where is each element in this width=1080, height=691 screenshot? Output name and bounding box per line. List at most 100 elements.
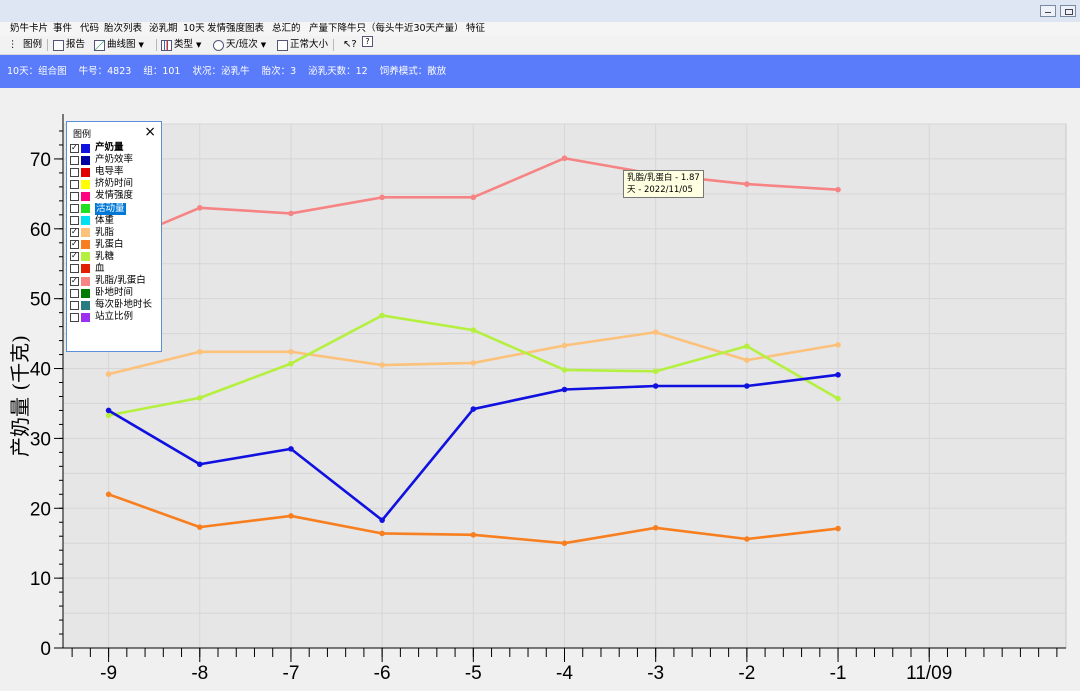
legend-item-label: 挤奶时间 [95,178,134,190]
legend-item[interactable]: 产奶量 [67,142,161,154]
day-shift-label: 天/班次 [226,39,258,50]
legend-item[interactable]: 血 [67,263,161,275]
toolbar: ⋮ 图例 报告 曲线图 ▼ 类型 ▼ 天/班次 ▼ 正常大小 ↖? ? [0,36,1080,55]
legend-item[interactable]: 乳脂 [67,226,161,239]
close-icon[interactable]: × [144,123,156,141]
legend-checkbox[interactable] [70,155,79,165]
y-tick-label: 50 [30,290,51,311]
data-point [196,395,203,401]
legend-item[interactable]: 电导率 [67,166,161,178]
legend-toolbar-button[interactable]: 图例 [23,36,42,54]
data-point [561,342,568,349]
restore-button[interactable] [1060,5,1076,17]
menu-lactation[interactable]: 泌乳期 [149,22,178,36]
data-point [652,383,659,389]
legend-checkbox[interactable] [70,204,79,214]
legend-item[interactable]: 产奶效率 [67,154,161,166]
menu-summary[interactable]: 总汇的 [272,22,301,36]
legend-item-label: 乳蛋白 [95,238,124,250]
legend-checkbox[interactable] [70,250,79,262]
data-point [288,446,294,452]
data-point [744,536,750,542]
data-point [835,341,841,348]
legend-swatch [81,252,90,262]
y-axis-title: 产奶量 (千克) [8,335,32,457]
normal-size-button[interactable]: 正常大小 [277,36,328,54]
curve-button[interactable]: 曲线图 ▼ [94,36,144,54]
chart-area: 0 10 20 30 40 50 60 70 -9 -8 -7 -6 -5 -4 -3 -2 -1 11/09 产奶… [0,88,1080,691]
x-tick-label: -9 [100,663,117,684]
state-label: 状况：泌乳牛 [192,66,250,77]
curve-label: 曲线图 [107,39,136,50]
legend-checkbox[interactable] [70,264,79,274]
zoom-icon [277,39,288,51]
menu-codes[interactable]: 代码 [80,22,99,36]
legend-item[interactable]: 发情强度 [67,190,161,202]
data-point [379,312,385,319]
legend-item[interactable]: 每次卧地时长 [67,299,161,311]
legend-item-label: 发情强度 [95,190,134,202]
legend-item[interactable]: 体重 [67,215,161,227]
menu-10-days[interactable]: 10天 [183,22,205,36]
legend-toolbar-label: 图例 [23,39,43,50]
legend-checkbox[interactable] [70,179,79,189]
type-label: 类型 [174,39,194,50]
toolbar-separator [47,39,48,51]
data-point [470,327,477,333]
data-point [470,406,477,412]
x-tick-label: -7 [283,663,300,684]
legend-checkbox[interactable] [70,238,79,250]
data-tooltip: 乳脂/乳蛋白 - 1.87 天 - 2022/11/05 [623,170,704,198]
legend-checkbox[interactable] [70,216,79,226]
day-shift-button[interactable]: 天/班次 ▼ [213,36,266,54]
legend-swatch [81,191,90,201]
legend-checkbox[interactable] [70,275,79,287]
help-cursor-button[interactable]: ↖? [343,36,357,54]
combo-line-chart[interactable]: 0 10 20 30 40 50 60 70 -9 -8 -7 -6 -5 -4 -3 -2 -1 11/09 产奶… [0,88,1080,691]
help-button[interactable]: ? [362,36,375,47]
data-point [196,461,203,468]
legend-checkbox[interactable] [70,300,79,310]
data-point [105,371,112,377]
menu-yield-drop[interactable]: 产量下降牛只（每头牛近30天产量） [309,22,464,36]
x-tick-label: -4 [556,663,573,684]
data-point [561,155,568,162]
data-point [652,525,659,531]
y-tick-label: 70 [30,150,51,171]
legend-checkbox[interactable] [70,226,79,238]
legend-checkbox[interactable] [70,167,79,177]
menu-features[interactable]: 特征 [466,22,485,36]
legend-item[interactable]: 挤奶时间 [67,178,161,190]
toolbar-grip: ⋮ [8,39,18,50]
data-point [105,412,112,419]
menu-events[interactable]: 事件 [53,22,72,36]
legend-swatch [81,155,90,165]
y-tick-label: 40 [30,360,51,381]
normal-size-label: 正常大小 [290,39,329,50]
legend-swatch [81,143,90,153]
minimize-button[interactable] [1040,5,1056,17]
legend-swatch [81,276,90,286]
line-chart-icon [94,39,105,51]
data-point [105,491,112,498]
report-button[interactable]: 报告 [53,36,85,54]
legend-item[interactable]: 乳蛋白 [67,238,161,251]
legend-item[interactable]: 活动量 [67,202,161,215]
menu-parity-list[interactable]: 胎次列表 [104,22,142,36]
data-point [196,205,203,211]
menu-heat-intensity-chart[interactable]: 发情强度图表 [207,22,264,36]
legend-item[interactable]: 乳糖 [67,250,161,263]
legend-swatch [81,240,90,250]
legend-checkbox[interactable] [70,191,79,201]
legend-item[interactable]: 站立比例 [67,311,161,323]
type-button[interactable]: 类型 ▼ [161,36,201,54]
legend-item[interactable]: 乳脂/乳蛋白 [67,275,161,287]
legend-checkbox[interactable] [70,142,79,154]
y-tick-label: 30 [30,429,51,450]
legend-item[interactable]: 卧地时间 [67,287,161,299]
legend-swatch [81,300,90,310]
legend-checkbox[interactable] [70,312,79,322]
menu-cow-card[interactable]: 奶牛卡片 [10,22,48,36]
legend-item-label: 每次卧地时长 [95,299,153,311]
legend-checkbox[interactable] [70,288,79,298]
